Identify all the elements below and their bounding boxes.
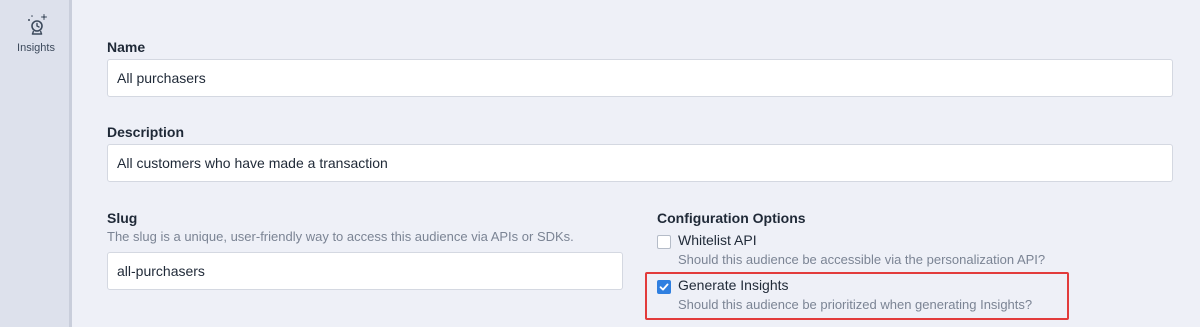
configuration-options-label: Configuration Options bbox=[657, 210, 806, 226]
slug-label: Slug bbox=[107, 210, 138, 226]
sidebar: Insights bbox=[0, 0, 72, 327]
description-label: Description bbox=[107, 124, 185, 140]
insights-icon bbox=[0, 12, 72, 38]
sidebar-item-insights[interactable]: Insights bbox=[0, 12, 72, 54]
audience-form: Name Description Slug The slug is a uniq… bbox=[75, 0, 1200, 327]
whitelist-api-checkbox[interactable] bbox=[657, 235, 671, 249]
whitelist-api-description: Should this audience be accessible via t… bbox=[678, 252, 1046, 267]
highlight-box bbox=[645, 272, 1069, 320]
description-input[interactable] bbox=[107, 144, 1173, 182]
sidebar-item-label: Insights bbox=[17, 42, 55, 54]
name-label: Name bbox=[107, 39, 146, 55]
slug-input[interactable] bbox=[107, 252, 623, 290]
slug-hint: The slug is a unique, user-friendly way … bbox=[107, 229, 574, 244]
whitelist-api-title: Whitelist API bbox=[678, 232, 757, 248]
name-input[interactable] bbox=[107, 59, 1173, 97]
